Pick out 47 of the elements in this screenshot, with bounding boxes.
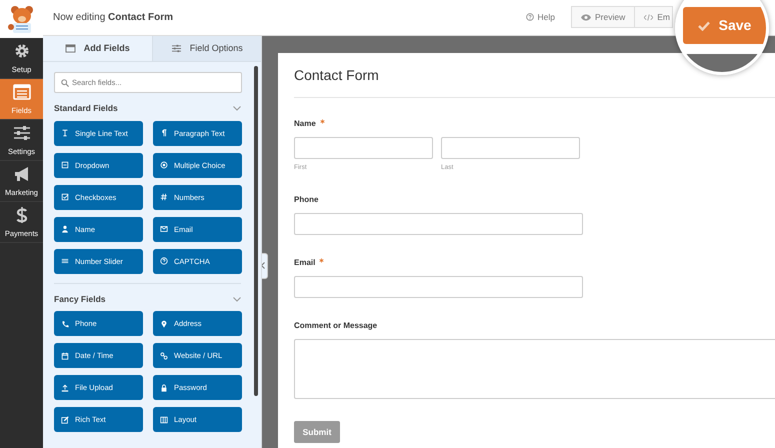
- scrollbar[interactable]: [254, 66, 258, 396]
- upload-icon: [61, 384, 69, 392]
- checkmark-icon: [698, 20, 710, 30]
- edit-icon: [61, 416, 69, 424]
- chevron-left-icon: [262, 262, 265, 270]
- text-input[interactable]: [441, 136, 580, 159]
- field-label: Name: [294, 118, 316, 130]
- question-circle-icon: [526, 13, 534, 22]
- calendar-icon: [61, 352, 69, 360]
- gear-icon: [12, 42, 30, 60]
- dropdown-icon: [61, 161, 69, 170]
- text-input[interactable]: [294, 276, 583, 298]
- checkbox-icon: [61, 193, 69, 202]
- section-title: Fancy Fields: [54, 292, 106, 306]
- embed-button[interactable]: Em: [635, 6, 673, 28]
- text-input[interactable]: [294, 213, 583, 236]
- preview-button[interactable]: Preview: [571, 6, 636, 28]
- search-icon: [61, 78, 69, 87]
- code-icon: [644, 14, 654, 21]
- columns-icon: [160, 416, 168, 424]
- pilcrow-icon: [160, 129, 168, 138]
- megaphone-icon: [12, 165, 30, 183]
- textarea-input[interactable]: [294, 339, 775, 400]
- form-icon: [64, 44, 76, 53]
- chevron-down-icon: [233, 106, 241, 111]
- help-link[interactable]: Help: [526, 11, 556, 24]
- envelope-icon: [160, 225, 168, 234]
- section-title: Standard Fields: [54, 102, 118, 115]
- chevron-down-icon: [233, 296, 241, 302]
- form-list-icon: [12, 83, 30, 101]
- text-cursor-icon: [61, 129, 69, 138]
- link-icon: [160, 352, 168, 360]
- person-icon: [61, 225, 69, 234]
- hash-icon: [160, 193, 168, 202]
- eye-icon: [581, 14, 592, 21]
- save-button[interactable]: Save: [683, 7, 766, 44]
- panel-tab[interactable]: Field Options: [152, 36, 261, 62]
- text-input[interactable]: [294, 136, 433, 159]
- field-label: Phone: [294, 194, 318, 206]
- radio-icon: [160, 161, 168, 170]
- field-label: Email: [294, 257, 316, 270]
- field-label: Comment or Message: [294, 320, 378, 332]
- map-pin-icon: [160, 320, 168, 328]
- phone-icon: [61, 320, 69, 328]
- editing-title: Now editing Contact Form: [53, 10, 174, 25]
- question-circle-icon: [160, 257, 168, 266]
- lock-icon: [160, 384, 168, 392]
